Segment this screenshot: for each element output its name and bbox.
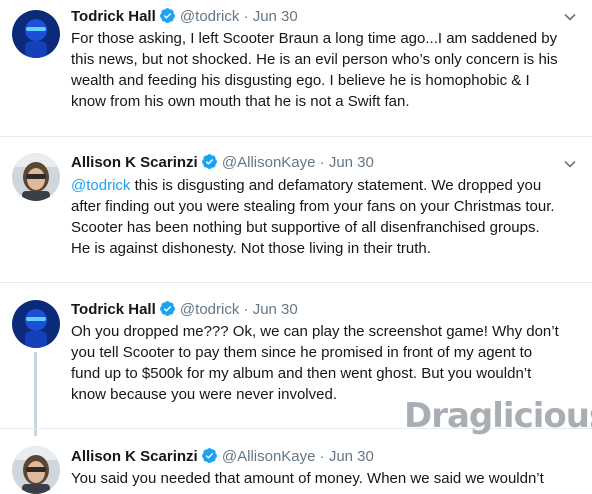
tweet-text-line: fund up to $500k for my album and then w…	[71, 365, 532, 382]
verified-badge-icon	[159, 300, 176, 323]
tweet-text-line: this news, but not shocked. He is an evi…	[71, 51, 558, 68]
author-name[interactable]: Allison K Scarinzi	[71, 154, 198, 171]
author-name[interactable]: Allison K Scarinzi	[71, 448, 198, 465]
tweet-divider	[0, 136, 592, 137]
tweet-header: Todrick Hall @todrick · Jun 30	[71, 7, 298, 30]
tweet-text-line: know from his own mouth that he is not a…	[71, 93, 410, 110]
chevron-down-icon[interactable]	[563, 157, 577, 171]
separator-dot: ·	[319, 448, 325, 465]
author-handle[interactable]: @todrick	[180, 8, 239, 25]
separator-dot: ·	[319, 154, 325, 171]
tweet-text-line: @todrick this is disgusting and defamato…	[71, 175, 586, 196]
tweet-text-line: you tell Scooter to pay them since he pr…	[71, 344, 533, 361]
watermark-logo: Draglicious	[404, 396, 592, 436]
tweet-header: Allison K Scarinzi @AllisonKaye · Jun 30	[71, 153, 374, 176]
tweet-date[interactable]: Jun 30	[253, 301, 298, 318]
tweet-text-line: wealth and feeding his disgusting ego. I…	[71, 72, 530, 89]
tweet-text-fragment: this is disgusting and defamatory statem…	[130, 177, 542, 194]
avatar-allison-image	[12, 153, 60, 201]
verified-badge-icon	[201, 447, 218, 470]
avatar[interactable]	[12, 300, 60, 348]
tweet-header: Todrick Hall @todrick · Jun 30	[71, 300, 298, 323]
tweet-text-line: Oh you dropped me??? Ok, we can play the…	[71, 323, 559, 340]
tweet-divider	[0, 282, 592, 283]
tweet-text: For those asking, I left Scooter Braun a…	[71, 28, 586, 112]
author-handle[interactable]: @AllisonKaye	[222, 448, 316, 465]
chevron-down-icon[interactable]	[563, 10, 577, 24]
avatar[interactable]	[12, 10, 60, 58]
tweet-date[interactable]: Jun 30	[253, 8, 298, 25]
verified-badge-icon	[159, 7, 176, 30]
tweet-header: Allison K Scarinzi @AllisonKaye · Jun 30	[71, 447, 374, 470]
tweet-text: Oh you dropped me??? Ok, we can play the…	[71, 321, 586, 405]
avatar-allison-image	[12, 446, 60, 494]
avatar[interactable]	[12, 153, 60, 201]
avatar[interactable]	[12, 446, 60, 494]
verified-badge-icon	[201, 153, 218, 176]
separator-dot: ·	[243, 301, 249, 318]
tweet-text-line: He is against dishonesty. Not those livi…	[71, 240, 431, 257]
tweet-date[interactable]: Jun 30	[329, 448, 374, 465]
author-handle[interactable]: @todrick	[180, 301, 239, 318]
tweet-text-line: Scooter has been nothing but supportive …	[71, 219, 540, 236]
tweet-date[interactable]: Jun 30	[329, 154, 374, 171]
author-name[interactable]: Todrick Hall	[71, 8, 156, 25]
thread-connector	[34, 352, 37, 436]
avatar-todrick-image	[12, 10, 60, 58]
tweet-text-line: For those asking, I left Scooter Braun a…	[71, 30, 558, 47]
tweet-text-line: after finding out you were stealing from…	[71, 198, 555, 215]
tweet-text: @todrick this is disgusting and defamato…	[71, 175, 586, 259]
mention-link[interactable]: @todrick	[71, 177, 130, 194]
avatar-todrick-image	[12, 300, 60, 348]
author-name[interactable]: Todrick Hall	[71, 301, 156, 318]
author-handle[interactable]: @AllisonKaye	[222, 154, 316, 171]
separator-dot: ·	[243, 8, 249, 25]
watermark-text: Draglicious	[404, 396, 592, 436]
